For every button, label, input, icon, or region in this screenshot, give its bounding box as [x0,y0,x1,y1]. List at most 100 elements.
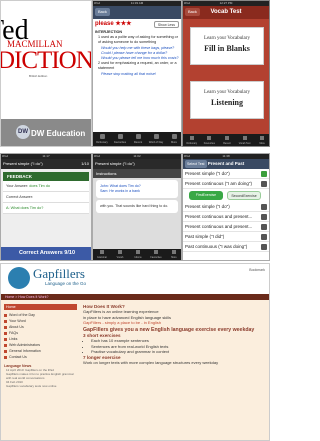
dw-logo-icon: DW [16,125,30,139]
entry-line: 1 used as a polite way of asking for som… [98,35,178,45]
dw-education-bar: DW Education [1,119,91,146]
tab-item[interactable]: Recent [129,132,147,146]
nav-bar: Back [93,6,181,19]
test-row-label: Past simple ("I did") [185,234,225,239]
sidebar-title[interactable]: Home [4,304,77,310]
back-button[interactable]: Back [95,8,110,16]
checkbox-icon[interactable] [261,234,267,240]
dw-education-label: DW Education [31,129,86,138]
checkbox-icon[interactable] [261,244,267,250]
highlight-line: GapFillers - simply a place to be - in E… [83,320,162,326]
vocab-test-screen: iPod 12:27 PM Back Vocab Test Learn your… [182,0,270,147]
back-button[interactable]: Select Test [185,160,207,168]
checkbox-icon[interactable] [261,171,267,177]
news-list: 12 April 2010: Gapfillers on the iPad Gap… [4,368,77,388]
nav-bar: Back Vocab Test [183,6,269,19]
main-content: How Does It Work? GapFillers is an onlin… [83,304,263,365]
entry-body: INTERJECTION 1 used as a polite way of as… [93,30,181,77]
site-tagline: Language on the Go [45,281,87,286]
tab-item[interactable]: Recent [218,134,236,146]
edition-label: British Edition [29,74,48,78]
test-row[interactable]: Present continuous and present... [183,212,269,222]
sidebar-item[interactable]: Contact Us [4,354,77,360]
clock: 11:38 [222,154,230,158]
tab-item[interactable]: Dictionary [183,134,201,146]
question-count: 1/10 [81,161,89,166]
your-answer-label: Your Answer: [6,184,29,188]
gapfillers-website: Gapfillers Language on the Go Bookmark H… [0,263,270,441]
tab-item[interactable]: Favourites [147,249,165,260]
show-less-button[interactable]: Show Less [153,21,179,28]
correct-answer-label: Correct Answer: [6,195,34,199]
exercise-buttons: FirstExercise SecondExercise [183,189,269,202]
fill-in-blanks-card[interactable]: Learn your Vocabulary Fill in Blanks [190,27,264,65]
test-row-label: Present continuous and present... [185,214,253,219]
checkbox-icon[interactable] [261,224,267,230]
card-caption: Learn your Vocabulary [204,90,250,95]
your-answer-row: Your Answer: does Tim do [3,181,89,192]
tab-item[interactable]: Vocab [111,249,129,260]
globe-logo-icon [8,267,30,289]
tab-item[interactable]: Favourites [201,134,219,146]
tab-item[interactable]: More [165,249,181,260]
feedback-screen: iPod 11:17 Present simple ("I do") 1/10 … [0,153,92,261]
instructions-screen: iPod 11:02 Present simple ("I do") Instr… [92,153,182,261]
breadcrumb[interactable]: Home > How Does It Work? [1,294,269,300]
tab-item[interactable]: More [165,132,181,146]
test-row-label: Present continuous ("I am doing") [185,181,252,186]
tab-bar: Dictionary Favourites Recent Word of Day Mor… [93,132,181,146]
tab-bar: Dictionary Favourites Recent Vocab Test More [183,134,269,146]
clock: 12:27 PM [219,1,233,5]
correct-answers-bar[interactable]: Correct Answers 9/10 [1,247,91,260]
your-answer-value: does Tim do [29,184,50,188]
nav-bar: Present simple ("I do") [93,159,181,169]
answer-box[interactable]: with you. That sounds like hard thing to… [96,200,178,213]
tab-item[interactable]: Idioms [129,249,147,260]
checkbox-icon[interactable] [261,204,267,210]
exercise-title: Present simple ("I do") [95,161,135,166]
news-item[interactable]: Gapfillers makes it fun to practice Engl… [4,372,77,380]
dictionary-entry-screen: iPod 11:33 AM Back please ★★★ Show Less … [92,0,182,147]
tab-item[interactable]: Dictionary [93,132,111,146]
instructions-bar[interactable]: Instructions [93,169,181,178]
test-row[interactable]: Past continuous ("I was doing") [183,242,269,252]
clock: 11:33 AM [130,1,144,5]
bookmark-button[interactable]: Bookmark [249,268,265,272]
test-row-label: Present simple ("I do") [185,204,230,209]
test-row[interactable]: Past simple ("I did") [183,232,269,242]
back-button[interactable]: Back [185,8,200,16]
tab-item[interactable]: More [253,134,269,146]
test-row[interactable]: Present simple ("I do") [183,202,269,212]
test-row-label: Past continuous ("I was doing") [185,244,248,249]
test-row[interactable]: Present continuous and present... [183,222,269,232]
second-exercise-button[interactable]: SecondExercise [227,191,261,200]
correct-answer-value: A: What does Tim do? [6,206,44,210]
brand-main: DICTIONARY [0,47,92,74]
exercise-title: Present simple ("I do") [3,161,43,166]
tab-item[interactable]: Favourites [111,132,129,146]
nav-bar: Present simple ("I do") 1/10 [1,159,91,169]
tab-item[interactable]: Vocab Test [236,134,254,146]
test-row-label: Present simple ("I do") [185,171,230,176]
checkbox-icon[interactable] [261,214,267,220]
tab-item[interactable]: Word of Day [147,132,165,146]
entry-line: Please stop making all that noise! [101,71,156,76]
listening-card[interactable]: Learn your Vocabulary Listening [190,81,264,119]
card-caption: Learn your Vocabulary [204,36,250,41]
news-item[interactable]: Gapfillers vocabulary tests now online [4,384,77,388]
checkbox-icon[interactable] [261,181,267,187]
test-list: Present simple ("I do") Present continuou… [183,169,269,252]
site-logo[interactable]: Gapfillers [33,266,85,282]
test-row[interactable]: Present simple ("I do") [183,169,269,179]
nav-title: Present and Past [207,161,245,166]
first-exercise-button[interactable]: FirstExercise [189,191,223,200]
body-line: Work on longer texts with more complex l… [83,360,219,366]
test-row[interactable]: Present continuous ("I am doing") [183,179,269,189]
answer-line: with you. That sounds like hard thing to… [100,204,169,208]
nav-title: Vocab Test [210,9,242,15]
clock: 11:17 [42,154,50,158]
clock: 11:02 [133,154,141,158]
tab-item[interactable]: Grammar [93,249,111,260]
tab-bar: Grammar Vocab Idioms Favourites More [93,249,181,260]
headword-text: please [95,21,114,27]
